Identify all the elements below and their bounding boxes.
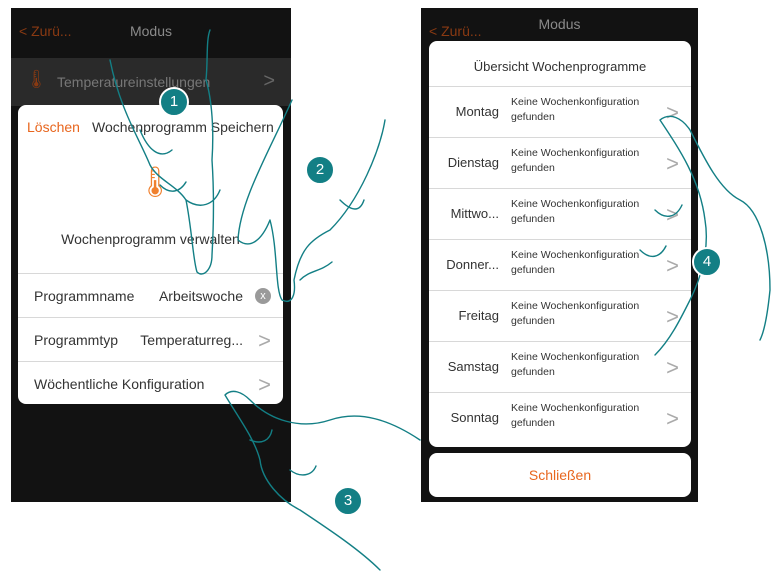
- step-badge-4: 4: [692, 247, 722, 277]
- hand-outline-1: [109, 29, 215, 275]
- hand-finger-2: [299, 199, 365, 281]
- hand-outline-4: [654, 115, 771, 356]
- step-badge-2: 2: [305, 155, 335, 185]
- step-badge-1: 1: [159, 87, 189, 117]
- hand-finger-4: [639, 204, 683, 257]
- hand-outline-2: [237, 99, 386, 302]
- hand-outline-3: [224, 390, 421, 571]
- hand-gesture-illustration: [109, 29, 771, 571]
- step-badge-3: 3: [333, 486, 363, 516]
- hand-finger-3: [249, 429, 317, 476]
